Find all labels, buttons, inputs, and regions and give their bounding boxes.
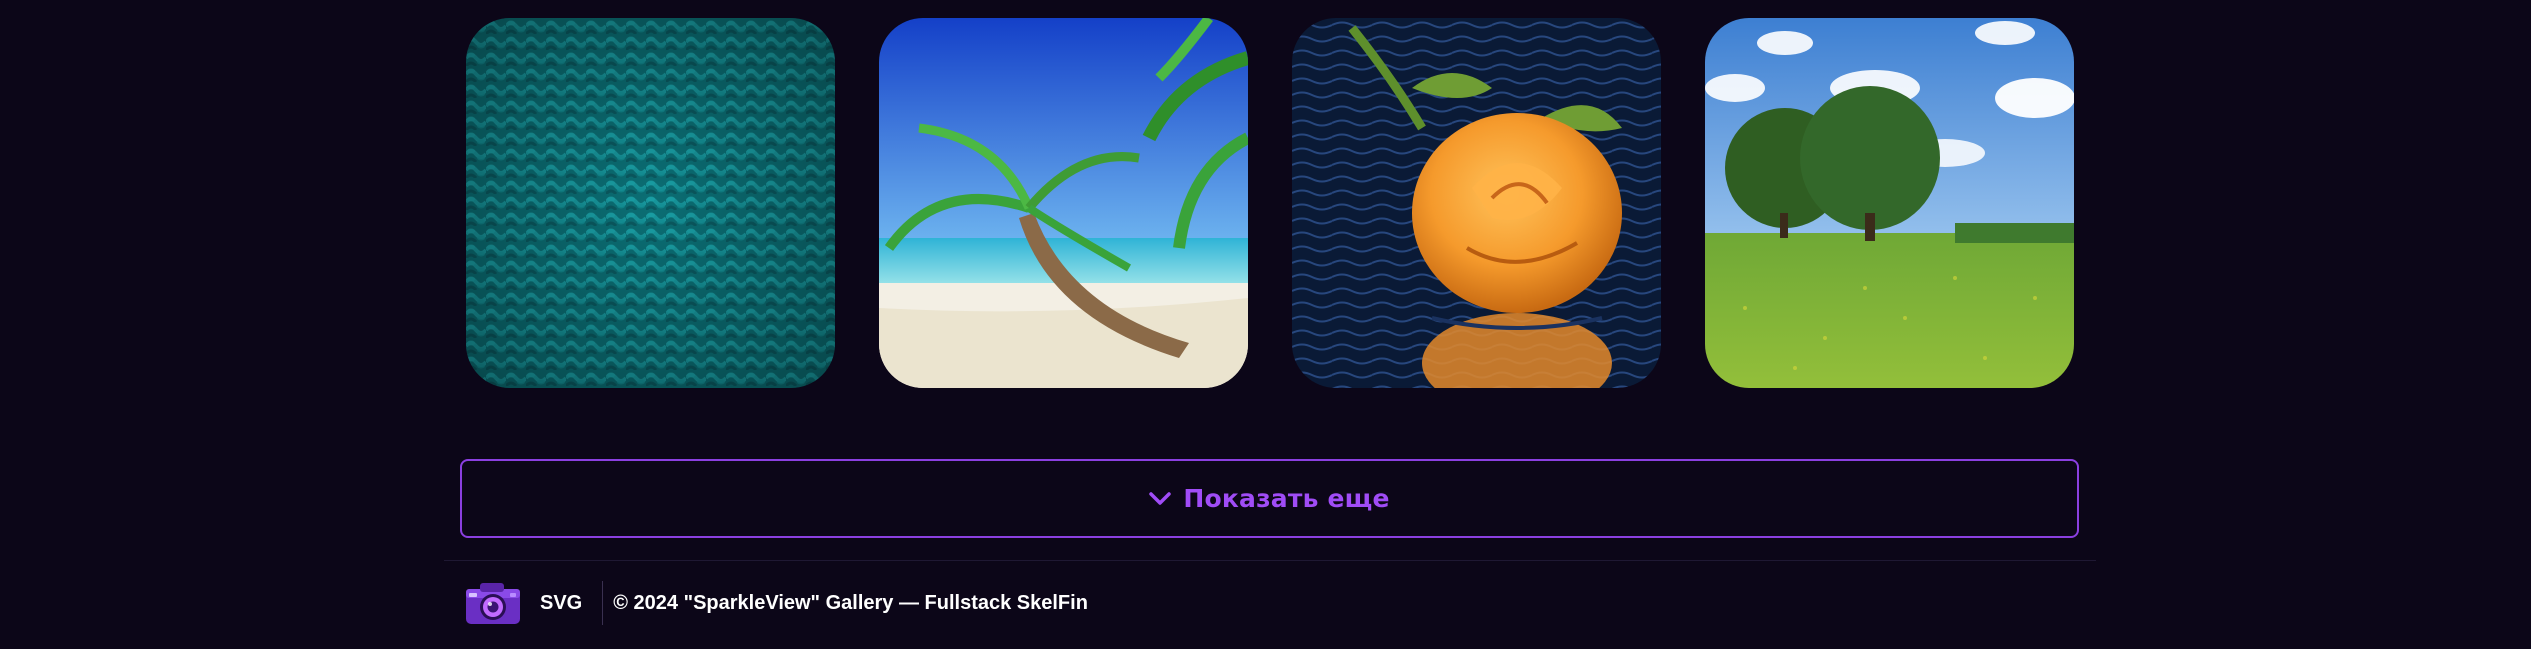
image-gallery	[466, 18, 2074, 388]
camera-icon[interactable]	[464, 580, 522, 626]
footer-divider	[444, 560, 2096, 561]
footer: SVG © 2024 "SparkleView" Gallery — Fulls…	[464, 580, 1088, 626]
page: Показать еще SVG © 2024 "SparkleView" Ga…	[0, 0, 2531, 649]
show-more-button[interactable]: Показать еще	[460, 459, 2079, 538]
gallery-image-meadow-trees[interactable]	[1705, 18, 2074, 388]
gallery-image-knit-texture[interactable]	[466, 18, 835, 388]
show-more-label: Показать еще	[1183, 484, 1390, 513]
gallery-image-orange-rose[interactable]	[1292, 18, 1661, 388]
svg-label: SVG	[540, 591, 583, 614]
copyright-text: © 2024 "SparkleView" Gallery — Fullstack…	[613, 591, 1088, 614]
gallery-image-beach-palm[interactable]	[879, 18, 1248, 388]
chevron-down-icon	[1149, 491, 1172, 505]
footer-separator	[602, 581, 604, 625]
